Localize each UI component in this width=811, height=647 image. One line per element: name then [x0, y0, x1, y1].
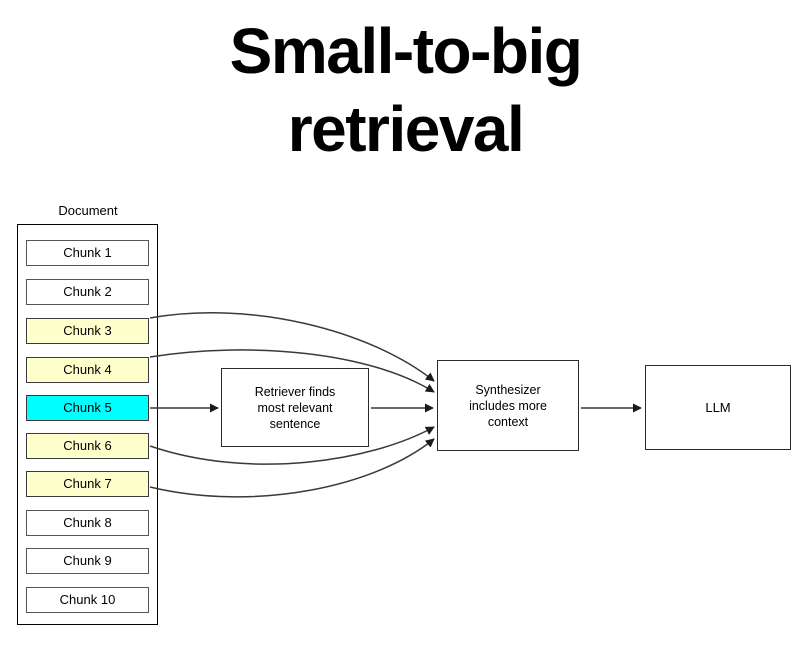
retriever-node[interactable]: Retriever finds most relevant sentence	[221, 368, 369, 447]
chunk-box-7[interactable]: Chunk 7	[26, 471, 149, 497]
chunk-box-1[interactable]: Chunk 1	[26, 240, 149, 266]
chunk-box-3[interactable]: Chunk 3	[26, 318, 149, 344]
chunk-box-10[interactable]: Chunk 10	[26, 587, 149, 613]
chunk-box-6[interactable]: Chunk 6	[26, 433, 149, 459]
chunk-box-9[interactable]: Chunk 9	[26, 548, 149, 574]
chunk-box-5[interactable]: Chunk 5	[26, 395, 149, 421]
llm-node[interactable]: LLM	[645, 365, 791, 450]
page-title: Small-to-big retrieval	[229, 15, 583, 165]
chunk-box-8[interactable]: Chunk 8	[26, 510, 149, 536]
chunk-box-2[interactable]: Chunk 2	[26, 279, 149, 305]
edge-chunk7-to-synthesizer	[149, 438, 435, 498]
chunk-box-4[interactable]: Chunk 4	[26, 357, 149, 383]
slide-canvas: Small-to-big retrieval Document Chunk 1 …	[0, 0, 811, 647]
document-label: Document	[58, 203, 118, 218]
synthesizer-node[interactable]: Synthesizer includes more context	[437, 360, 579, 451]
